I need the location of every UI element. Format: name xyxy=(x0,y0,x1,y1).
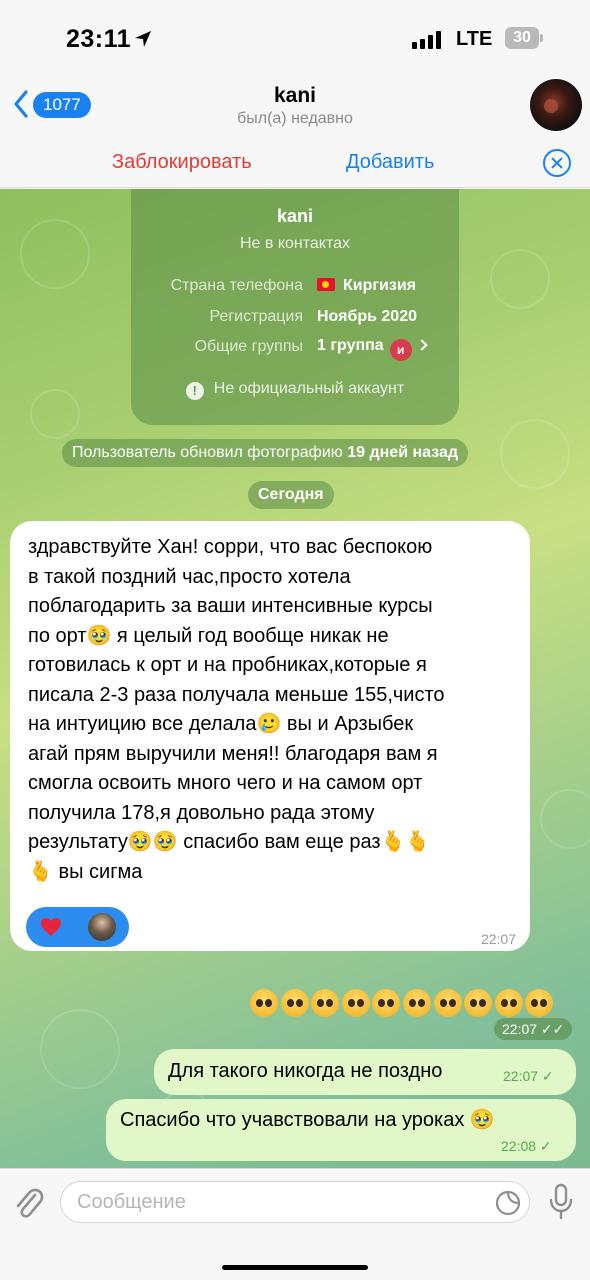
wallpaper-doodle xyxy=(500,419,570,489)
photo-update-when: 19 дней назад xyxy=(347,444,459,461)
common-groups-link[interactable]: 1 группа и xyxy=(317,337,428,361)
wallpaper-doodle xyxy=(20,219,90,289)
kyrgyzstan-flag-icon xyxy=(317,278,335,291)
message-text: Для такого никогда не поздно xyxy=(168,1060,443,1082)
reactor-avatar xyxy=(86,911,118,943)
chat-title[interactable]: kani xyxy=(0,84,590,108)
country-name: Киргизия xyxy=(343,277,416,294)
chat-area[interactable]: kani Не в контактах Страна телефона Кирг… xyxy=(0,189,590,1168)
chevron-right-icon xyxy=(416,339,428,351)
pleading-face-emoji-icon xyxy=(311,989,340,1017)
reaction-badge[interactable] xyxy=(26,907,129,947)
wallpaper-doodle xyxy=(30,389,80,439)
info-name: kani xyxy=(276,206,314,226)
pleading-face-emoji-icon xyxy=(341,989,370,1017)
partying-face-emoji-icon xyxy=(433,989,462,1017)
partying-face-emoji-icon xyxy=(525,989,554,1017)
message-time: 22:07 ✓ xyxy=(503,1068,554,1084)
message-time: 22:08 ✓ xyxy=(501,1138,552,1154)
location-arrow-icon xyxy=(135,31,151,47)
battery-tip xyxy=(540,34,543,42)
incoming-message[interactable]: здравствуйте Хан! сорри, что вас беспоко… xyxy=(10,521,530,951)
message-text: здравствуйте Хан! сорри, что вас беспоко… xyxy=(28,536,445,883)
info-value-country: Киргизия xyxy=(317,277,416,295)
info-label-country: Страна телефона xyxy=(170,277,303,294)
crying-face-emoji-icon xyxy=(372,989,401,1017)
avatar[interactable] xyxy=(530,79,582,131)
crying-face-emoji-icon xyxy=(402,989,431,1017)
outgoing-message[interactable]: Для такого никогда не поздно 22:07 ✓ xyxy=(154,1049,576,1095)
heart-icon xyxy=(41,918,61,936)
sticker-icon[interactable] xyxy=(495,1190,521,1216)
warning-text: Не официальный аккаунт xyxy=(213,380,405,397)
status-bar: 23:11 LTE 30 xyxy=(0,0,590,80)
unofficial-warning: ! Не официальный аккаунт xyxy=(131,380,459,400)
message-field[interactable] xyxy=(60,1181,530,1223)
partying-face-emoji-icon xyxy=(464,989,493,1017)
paperclip-icon[interactable] xyxy=(12,1183,46,1223)
date-separator: Сегодня xyxy=(248,481,334,509)
info-contact-status: Не в контактах xyxy=(239,235,351,252)
info-label-groups: Общие группы xyxy=(194,338,303,355)
contact-action-bar: Заблокировать Добавить xyxy=(0,138,590,188)
message-input-bar xyxy=(0,1168,590,1280)
chat-header: 1077 kani был(а) недавно xyxy=(0,79,590,138)
block-button[interactable]: Заблокировать xyxy=(112,151,252,174)
emoji-message-time: 22:07 ✓✓ xyxy=(494,1018,573,1040)
microphone-icon[interactable] xyxy=(548,1183,574,1221)
last-seen-status: был(а) недавно xyxy=(237,110,353,127)
wallpaper-doodle xyxy=(40,1009,120,1089)
photo-update-notice: Пользователь обновил фотографию 19 дней … xyxy=(62,439,469,467)
info-value-registration: Ноябрь 2020 xyxy=(317,308,417,325)
time-text: 22:08 xyxy=(501,1138,537,1154)
contact-info-card: kani Не в контактах Страна телефона Кирг… xyxy=(131,189,459,425)
time-text: 22:07 xyxy=(503,1068,539,1084)
message-time: 22:07 xyxy=(480,931,516,947)
partying-face-emoji-icon xyxy=(494,989,523,1017)
battery-icon: 30 xyxy=(505,27,539,49)
message-input[interactable] xyxy=(77,1182,477,1222)
signal-icon xyxy=(412,31,441,49)
emoji-time-text: 22:07 xyxy=(502,1021,538,1037)
close-icon[interactable] xyxy=(543,149,571,177)
message-text: Спасибо что учавствовали на уроках 🥹 xyxy=(120,1109,495,1131)
pleading-face-emoji-icon xyxy=(280,989,309,1017)
wallpaper-doodle xyxy=(540,789,590,849)
group-avatar-icon: и xyxy=(389,339,412,361)
clock: 23:11 xyxy=(66,25,132,53)
pleading-face-emoji-icon xyxy=(250,989,278,1017)
network-type: LTE xyxy=(456,28,493,50)
wallpaper-doodle xyxy=(490,249,550,309)
outgoing-message[interactable]: Спасибо что учавствовали на уроках 🥹 22:… xyxy=(106,1099,576,1161)
info-label-registration: Регистрация xyxy=(209,308,303,325)
home-indicator xyxy=(222,1265,368,1270)
exclamation-icon: ! xyxy=(185,382,204,400)
groups-count: 1 группа xyxy=(317,337,384,354)
add-contact-button[interactable]: Добавить xyxy=(346,151,434,174)
photo-update-text: Пользователь обновил фотографию xyxy=(72,444,343,461)
